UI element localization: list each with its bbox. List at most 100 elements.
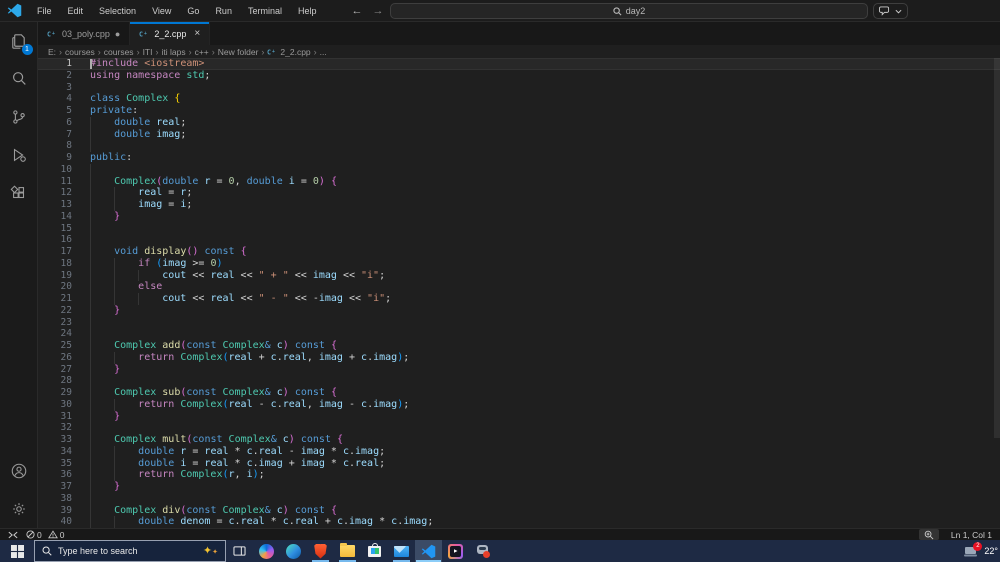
- tray-app-icon[interactable]: 2: [964, 541, 983, 558]
- menu-edit[interactable]: Edit: [61, 3, 91, 19]
- command-center-search[interactable]: day2: [390, 3, 868, 19]
- code-line[interactable]: 13 imag = i;: [38, 199, 1000, 211]
- breadcrumb-file[interactable]: 2_2.cpp: [280, 47, 310, 57]
- zoom-indicator[interactable]: [918, 529, 939, 540]
- code-line[interactable]: 7 double imag;: [38, 128, 1000, 141]
- cursor-position[interactable]: Ln 1, Col 1: [947, 529, 996, 541]
- back-icon[interactable]: ←: [351, 5, 362, 17]
- code-line[interactable]: 36 return Complex(r, i);: [38, 469, 1000, 481]
- code-line[interactable]: 24: [38, 328, 1000, 340]
- code-line[interactable]: 5 private:: [38, 105, 1000, 117]
- code-line[interactable]: 2 using namespace std;: [38, 70, 1000, 82]
- code-line[interactable]: 14 }: [38, 210, 1000, 223]
- line-number[interactable]: 34: [38, 446, 90, 458]
- line-number[interactable]: 15: [38, 223, 90, 235]
- tray-weather-temp[interactable]: 22°: [984, 546, 998, 556]
- code-line[interactable]: 30 return Complex(real - c.real, imag - …: [38, 398, 1000, 411]
- taskbar-app-clipchamp[interactable]: [442, 540, 469, 562]
- menu-go[interactable]: Go: [180, 3, 206, 19]
- line-number[interactable]: 36: [38, 469, 90, 481]
- menu-file[interactable]: File: [30, 3, 59, 19]
- line-number[interactable]: 1: [38, 58, 90, 70]
- code-line[interactable]: 12 real = r;: [38, 187, 1000, 199]
- line-number[interactable]: 29: [38, 387, 90, 399]
- breadcrumb-segment[interactable]: courses: [65, 47, 95, 57]
- line-number[interactable]: 9: [38, 152, 90, 164]
- code-line[interactable]: 23: [38, 316, 1000, 329]
- settings-gear-icon[interactable]: [0, 490, 38, 528]
- copilot-button[interactable]: [873, 3, 908, 19]
- tab-close-icon[interactable]: ×: [194, 28, 200, 39]
- line-number[interactable]: 23: [38, 317, 90, 329]
- code-line[interactable]: 38: [38, 492, 1000, 505]
- line-number[interactable]: 19: [38, 270, 90, 282]
- line-number[interactable]: 22: [38, 305, 90, 317]
- line-number[interactable]: 26: [38, 352, 90, 364]
- code-line[interactable]: 35 double i = real * c.imag + imag * c.r…: [38, 457, 1000, 470]
- tab-modified-icon[interactable]: ●: [115, 29, 120, 39]
- code-line[interactable]: 40 double denom = c.real * c.real + c.im…: [38, 516, 1000, 528]
- code-line[interactable]: 25 Complex add(const Complex& c) const {: [38, 340, 1000, 352]
- code-line[interactable]: 3: [38, 82, 1000, 94]
- line-number[interactable]: 4: [38, 93, 90, 105]
- code-line[interactable]: 32: [38, 422, 1000, 434]
- code-line[interactable]: 18 if (imag >= 0): [38, 257, 1000, 270]
- taskbar-app-vscode[interactable]: [415, 540, 442, 562]
- taskbar-app-brave[interactable]: [307, 540, 334, 562]
- line-number[interactable]: 8: [38, 140, 90, 152]
- line-number[interactable]: 12: [38, 187, 90, 199]
- run-debug-icon[interactable]: [0, 136, 38, 174]
- line-number[interactable]: 40: [38, 516, 90, 528]
- code-line[interactable]: 1 #include <iostream>: [38, 58, 1000, 70]
- code-line[interactable]: 22 }: [38, 304, 1000, 317]
- code-line[interactable]: 37 }: [38, 481, 1000, 493]
- line-number[interactable]: 13: [38, 199, 90, 211]
- menu-terminal[interactable]: Terminal: [241, 3, 289, 19]
- line-number[interactable]: 10: [38, 164, 90, 176]
- task-view-button[interactable]: [226, 540, 253, 562]
- search-sidebar-icon[interactable]: [0, 60, 38, 98]
- code-line[interactable]: 29 Complex sub(const Complex& c) const {: [38, 387, 1000, 399]
- line-number[interactable]: 38: [38, 493, 90, 505]
- line-number[interactable]: 21: [38, 293, 90, 305]
- code-line[interactable]: 20 else: [38, 281, 1000, 293]
- taskbar-app-mail[interactable]: [388, 540, 415, 562]
- line-number[interactable]: 6: [38, 117, 90, 129]
- tab-2_2.cpp[interactable]: C +2_2.cpp ×: [130, 22, 211, 45]
- forward-icon[interactable]: →: [372, 5, 383, 17]
- taskbar-app-copilot[interactable]: [253, 540, 280, 562]
- tab-03_poly.cpp[interactable]: C +03_poly.cpp ●: [38, 22, 131, 45]
- line-number[interactable]: 7: [38, 129, 90, 141]
- line-number[interactable]: 18: [38, 258, 90, 270]
- line-number[interactable]: 27: [38, 364, 90, 376]
- code-line[interactable]: 31 }: [38, 410, 1000, 423]
- code-line[interactable]: 4 class Complex {: [38, 93, 1000, 105]
- line-number[interactable]: 28: [38, 375, 90, 387]
- line-number[interactable]: 16: [38, 234, 90, 246]
- code-line[interactable]: 8: [38, 140, 1000, 152]
- code-line[interactable]: 26 return Complex(real + c.real, imag + …: [38, 351, 1000, 364]
- line-number[interactable]: 5: [38, 105, 90, 117]
- line-number[interactable]: 32: [38, 422, 90, 434]
- code-line[interactable]: 17 void display() const {: [38, 246, 1000, 258]
- line-number[interactable]: 11: [38, 176, 90, 188]
- line-number[interactable]: 33: [38, 434, 90, 446]
- breadcrumb-segment[interactable]: E:: [48, 47, 56, 57]
- code-editor[interactable]: 1 #include <iostream> 2 using namespace std…: [38, 58, 1000, 528]
- account-icon[interactable]: [0, 452, 38, 490]
- start-button[interactable]: [0, 540, 34, 562]
- menu-selection[interactable]: Selection: [92, 3, 143, 19]
- breadcrumb-symbol[interactable]: ...: [320, 47, 327, 57]
- breadcrumb-segment[interactable]: New folder: [218, 47, 259, 57]
- code-line[interactable]: 9 public:: [38, 152, 1000, 164]
- code-line[interactable]: 10: [38, 163, 1000, 176]
- taskbar-search[interactable]: Type here to search ✦✦: [34, 540, 226, 562]
- line-number[interactable]: 25: [38, 340, 90, 352]
- line-number[interactable]: 37: [38, 481, 90, 493]
- taskbar-app-file-explorer[interactable]: [334, 540, 361, 562]
- breadcrumb[interactable]: E: › courses › courses › ITI › iti laps › c++ › New …: [38, 45, 1000, 58]
- breadcrumb-segment[interactable]: iti laps: [161, 47, 185, 57]
- code-line[interactable]: 27 }: [38, 363, 1000, 376]
- remote-indicator[interactable]: [4, 529, 22, 541]
- line-number[interactable]: 30: [38, 399, 90, 411]
